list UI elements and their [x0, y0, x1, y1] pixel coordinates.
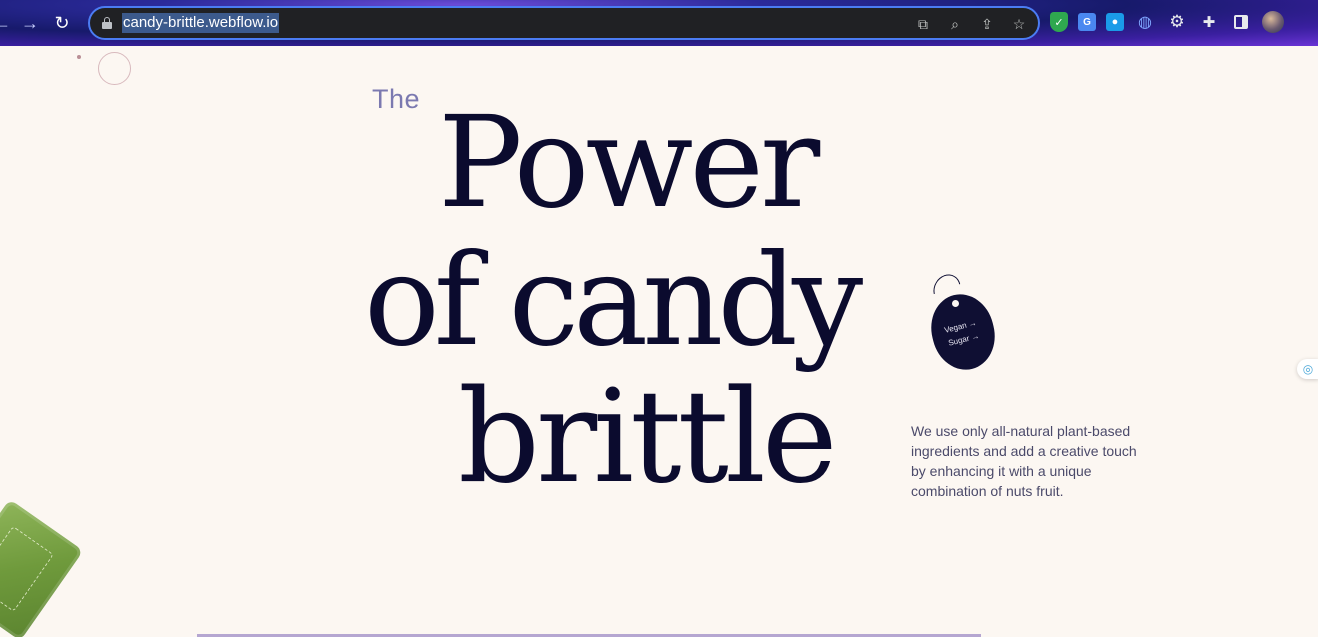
- forward-icon[interactable]: →: [16, 9, 44, 37]
- package-label: [0, 525, 54, 612]
- hero-eyebrow: The: [372, 84, 421, 114]
- hero-title-line-1: Power: [438, 89, 820, 236]
- profile-avatar[interactable]: [1262, 11, 1284, 33]
- reload-icon[interactable]: ↻: [48, 9, 76, 37]
- extensions-bar: ✓ G ● ◍ ⚙ ✚: [1050, 11, 1284, 33]
- globe-extension-icon[interactable]: ◍: [1134, 11, 1156, 33]
- shield-extension-icon[interactable]: ✓: [1050, 12, 1068, 32]
- share-icon[interactable]: ⇪: [976, 13, 998, 35]
- translate-icon[interactable]: ⧉: [912, 13, 934, 35]
- hero-title-line-2: of candy: [364, 227, 863, 374]
- star-icon[interactable]: ☆: [1008, 13, 1030, 35]
- drop-extension-icon[interactable]: ●: [1106, 13, 1124, 31]
- zoom-icon[interactable]: ⌕: [944, 13, 966, 35]
- custom-cursor-dot: [77, 55, 81, 59]
- product-tag: Vegan → Sugar →: [923, 269, 1008, 382]
- puzzle-icon[interactable]: ✚: [1198, 11, 1220, 33]
- side-panel-icon[interactable]: [1230, 11, 1252, 33]
- tag-body: [923, 287, 1003, 377]
- custom-cursor-ring: [98, 52, 131, 85]
- hero-title-line-3: brittle: [458, 363, 838, 512]
- hero-description: We use only all-natural plant-based ingr…: [911, 423, 1137, 499]
- address-bar[interactable]: candy-brittle.webflow.io ⧉ ⌕ ⇪ ☆: [88, 6, 1040, 40]
- floating-widget-icon[interactable]: ◎: [1297, 359, 1318, 379]
- url-text[interactable]: candy-brittle.webflow.io: [122, 13, 280, 33]
- gear-extension-icon[interactable]: ⚙: [1166, 11, 1188, 33]
- browser-toolbar: ← → ↻ candy-brittle.webflow.io ⧉ ⌕ ⇪ ☆ ✓…: [0, 0, 1318, 46]
- tag-hole: [952, 300, 959, 307]
- lock-icon[interactable]: [102, 17, 112, 29]
- translate-extension-icon[interactable]: G: [1078, 13, 1096, 31]
- product-package-image: [0, 499, 84, 637]
- back-icon[interactable]: ←: [0, 9, 16, 37]
